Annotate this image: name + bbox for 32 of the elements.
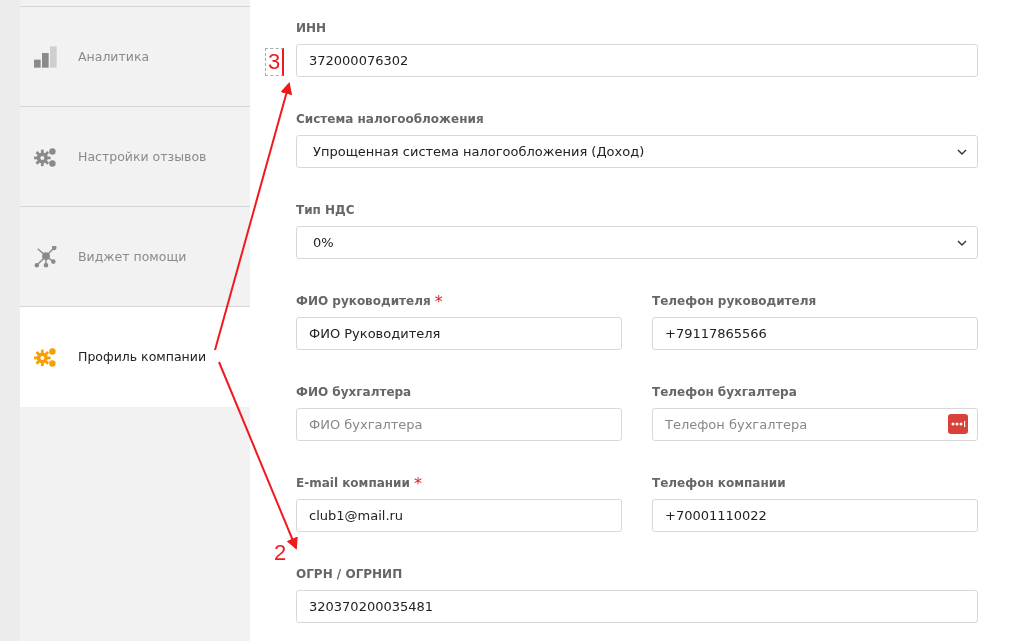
- field-label: ИНН: [296, 20, 327, 37]
- required-mark: *: [413, 474, 422, 493]
- required-mark: *: [434, 292, 443, 311]
- field-label: ФИО руководителя: [296, 293, 431, 310]
- input-field[interactable]: club1@mail.ru: [296, 499, 622, 532]
- input-field[interactable]: 372000076302: [296, 44, 978, 77]
- input-field[interactable]: ФИО бухгалтера: [296, 408, 622, 441]
- input-field[interactable]: ФИО Руководителя: [296, 317, 622, 350]
- chevron-down-icon: [957, 239, 967, 246]
- field-label: Тип НДС: [296, 202, 355, 219]
- select-field[interactable]: Упрощенная система налогообложения (Доход): [296, 135, 978, 168]
- sidebar-item[interactable]: Профиль компании: [20, 307, 250, 407]
- select-field[interactable]: 0%: [296, 226, 978, 259]
- field-label: E-mail компании: [296, 475, 410, 492]
- field-label: Система налогообложения: [296, 111, 484, 128]
- field-label: ОГРН / ОГРНИП: [296, 566, 403, 583]
- gears-icon: [34, 345, 58, 368]
- gears-icon: [34, 145, 58, 168]
- annotation-number: 3: [265, 48, 285, 76]
- annotation-number: 2: [274, 540, 287, 566]
- network-icon: [34, 245, 58, 268]
- field-label: Телефон бухгалтера: [652, 384, 797, 401]
- chevron-down-icon: [957, 148, 967, 155]
- field-label: Телефон руководителя: [652, 293, 817, 310]
- input-field[interactable]: +70001110022: [652, 499, 978, 532]
- bar-chart-icon: [34, 45, 58, 68]
- field-label: ФИО бухгалтера: [296, 384, 412, 401]
- input-field[interactable]: 320370200035481: [296, 590, 978, 623]
- more-icon[interactable]: [948, 414, 968, 434]
- input-field[interactable]: +79117865566: [652, 317, 978, 350]
- field-label: Телефон компании: [652, 475, 786, 492]
- input-field[interactable]: Телефон бухгалтера: [652, 408, 978, 441]
